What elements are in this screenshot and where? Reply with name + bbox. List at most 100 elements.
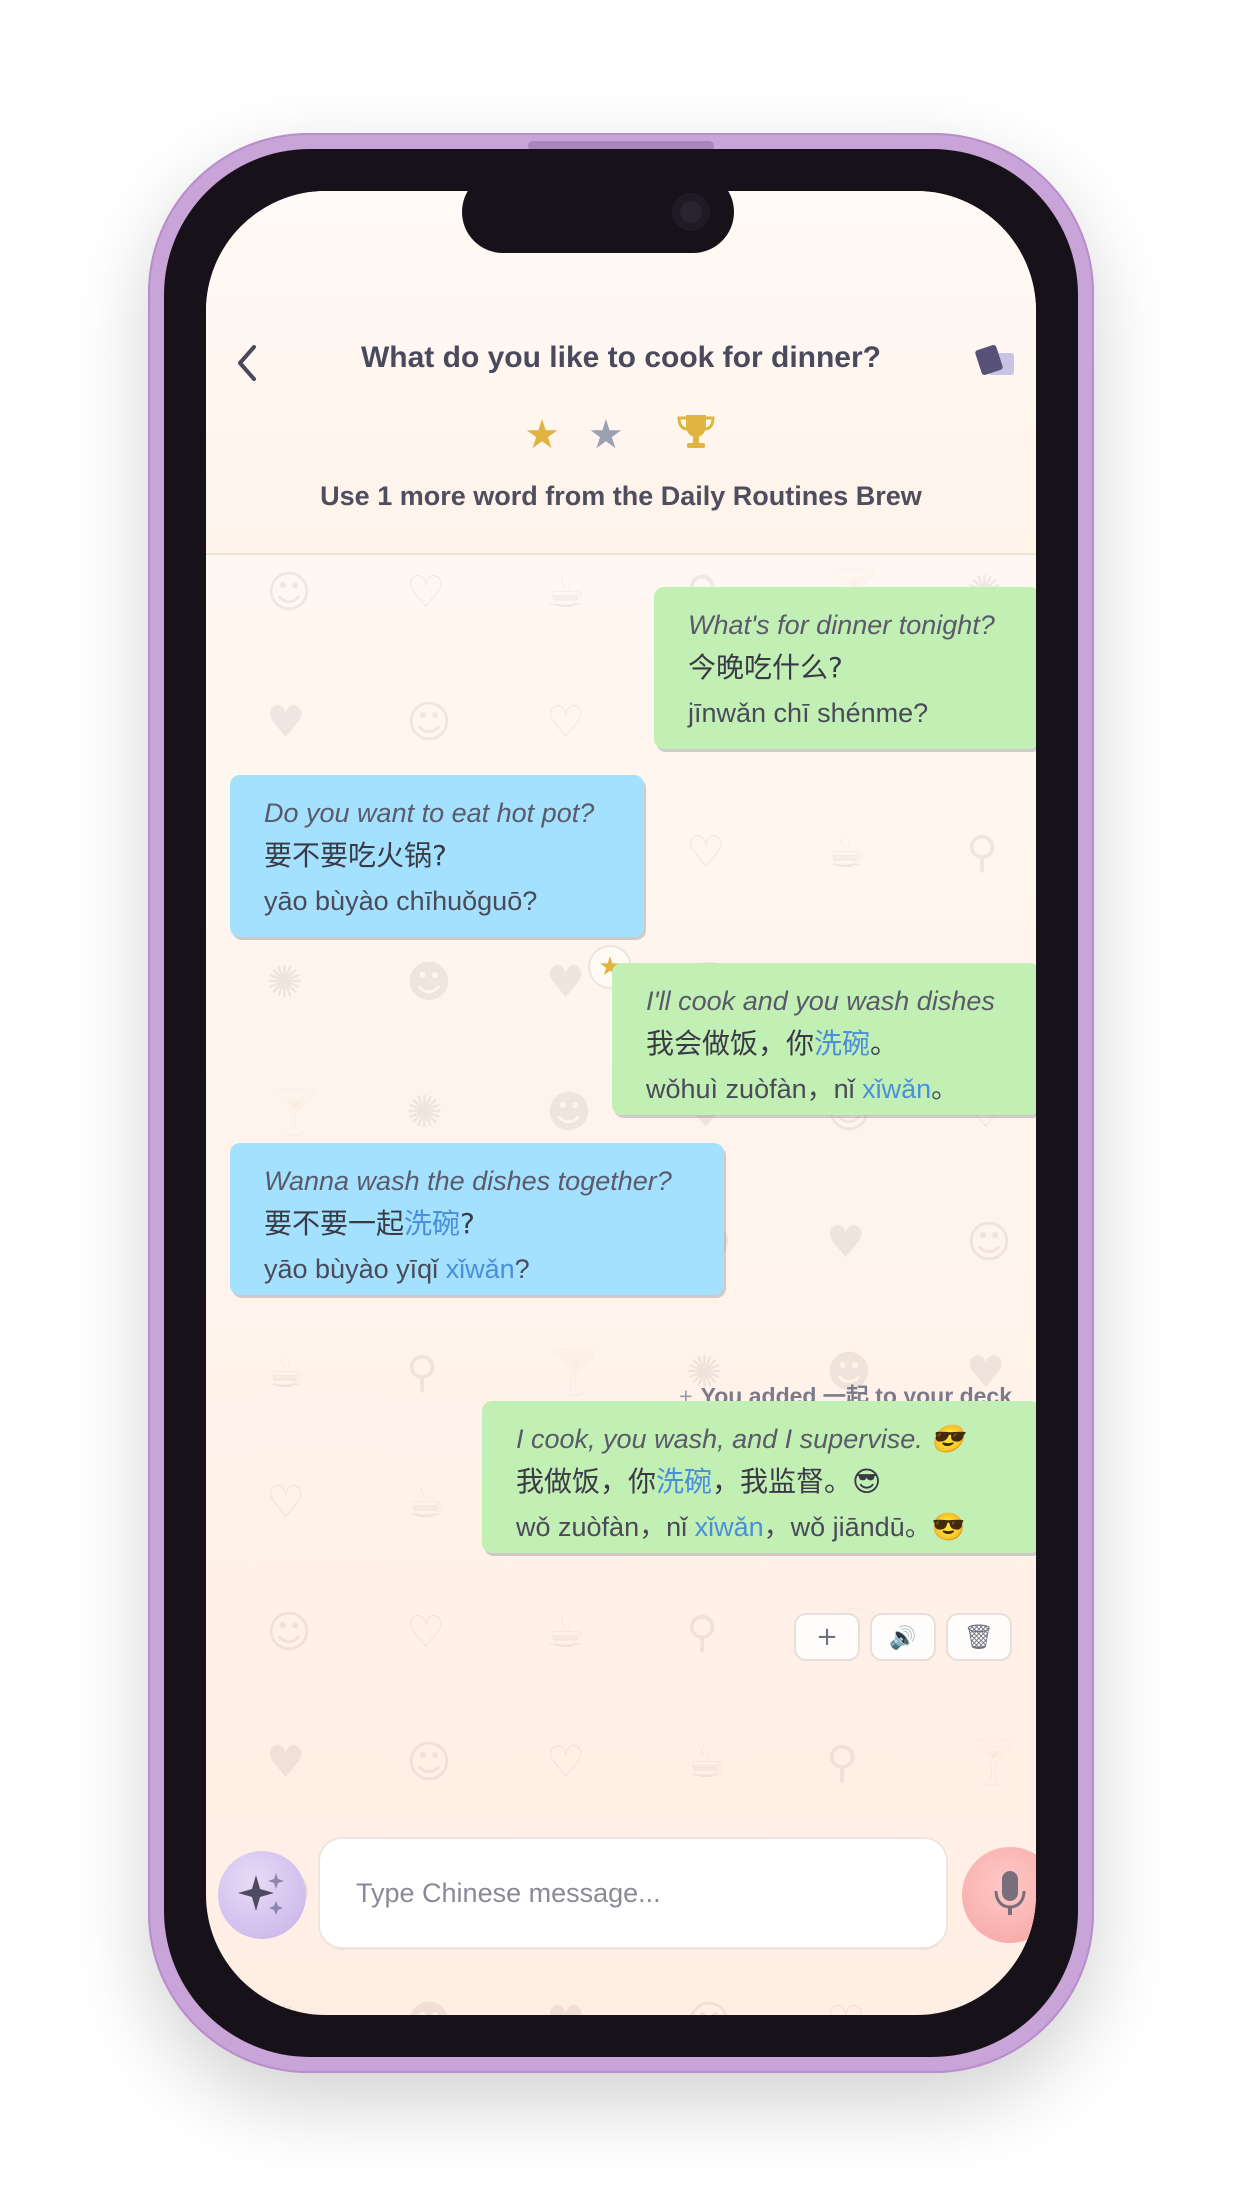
message-chinese: 我会做饭，你洗碗。 (646, 1021, 1016, 1067)
message-bubble-mine[interactable]: I cook, you wash, and I supervise. 😎 我做饭… (482, 1401, 1036, 1553)
pattern-doodle: ⚲ (966, 827, 999, 878)
cards-icon (975, 345, 1014, 375)
pattern-doodle: ☺ (266, 567, 312, 618)
message-english: Wanna wash the dishes together? (264, 1166, 672, 1196)
microphone-icon (994, 1871, 1026, 1915)
pattern-doodle: ♡ (546, 1737, 586, 1788)
vocab-highlight[interactable]: 洗碗 (814, 1027, 870, 1060)
message-chinese: 我做饭，你洗碗，我监督。😎 (516, 1459, 1016, 1505)
message-bubble-theirs[interactable]: Do you want to eat hot pot? 要不要吃火锅? yāo … (230, 775, 644, 937)
text-run: yāo bùyào chīhuǒguō? (264, 886, 538, 916)
pattern-doodle: ♡ (546, 697, 586, 748)
vocab-highlight[interactable]: xǐwǎn (446, 1254, 515, 1284)
pattern-doodle: ☕ (406, 1477, 446, 1528)
pattern-doodle: ☺ (406, 1737, 452, 1788)
text-run: 我会做饭，你 (646, 1027, 815, 1060)
pattern-doodle: 🍸 (266, 1087, 321, 1138)
phone-frame: ☺♡☕⚲🍸✺☻♥☺♡☕⚲🍸✺☻♥☺♡☕⚲🍸✺☻♥☺♡☕⚲🍸✺☻♥☺♡☕⚲🍸✺☻♥… (148, 133, 1094, 2073)
pattern-doodle: ♥ (546, 2001, 585, 2016)
pattern-doodle: ♥ (266, 697, 306, 748)
vocab-highlight[interactable]: 洗碗 (404, 1207, 460, 1240)
goal-subtitle: Use 1 more word from the Daily Routines … (320, 481, 922, 511)
text-run: ? (514, 1254, 530, 1284)
pattern-doodle: ♥ (266, 1737, 306, 1788)
sparkle-icon (238, 1873, 284, 1915)
delete-message-button[interactable]: 🗑 (948, 1615, 1010, 1659)
message-pinyin: yāo bùyào chīhuǒguō? (264, 879, 620, 923)
pattern-doodle: ☕ (266, 1347, 306, 1398)
text-run: 要不要一起 (264, 1207, 405, 1240)
pattern-doodle: ☺ (406, 697, 452, 748)
message-english: I cook, you wash, and I supervise. 😎 (516, 1424, 964, 1454)
pattern-doodle: ♡ (826, 2001, 865, 2016)
trophy-icon (674, 409, 718, 460)
pattern-doodle: ☕ (686, 1737, 726, 1788)
pattern-doodle: ⚲ (406, 1347, 439, 1398)
star-icon: ★ (524, 411, 560, 458)
text-run: wǒhuì zuòfàn，nǐ (646, 1074, 863, 1104)
star-icon: ★ (588, 411, 624, 458)
chevron-left-icon (238, 345, 256, 381)
conversation-title: What do you like to cook for dinner? (360, 341, 881, 374)
message-english: Do you want to eat hot pot? (264, 798, 595, 828)
phone-bezel: ☺♡☕⚲🍸✺☻♥☺♡☕⚲🍸✺☻♥☺♡☕⚲🍸✺☻♥☺♡☕⚲🍸✺☻♥☺♡☕⚲🍸✺☻♥… (164, 149, 1078, 2057)
plus-icon: + (816, 1622, 838, 1652)
pattern-doodle: ♡ (266, 1477, 306, 1528)
message-actions: + 🔊 🗑 (796, 1615, 1010, 1659)
pattern-doodle: ✺ (406, 1087, 443, 1138)
vocab-highlight[interactable]: xǐwǎn (862, 1074, 931, 1104)
pattern-doodle: ✺ (266, 957, 303, 1008)
pattern-doodle: ☺ (686, 2001, 732, 2016)
message-input[interactable]: Type Chinese message... (320, 1839, 946, 1947)
play-audio-button[interactable]: 🔊 (872, 1615, 934, 1659)
pattern-doodle: ✺ (266, 2001, 303, 2016)
message-bubble-mine[interactable]: I'll cook and you wash dishes 我会做饭，你洗碗。 … (612, 963, 1036, 1115)
message-pinyin: yāo bùyào yīqǐ xǐwǎn? (264, 1247, 700, 1291)
pattern-doodle: ☕ (826, 827, 866, 878)
text-run: 我做饭，你 (516, 1465, 657, 1498)
pattern-doodle: ☺ (966, 1217, 1012, 1268)
text-run: wǒ zuòfàn，nǐ (516, 1512, 695, 1542)
text-run: ，我监督。😎 (712, 1465, 882, 1498)
pattern-doodle: ♥ (546, 957, 586, 1008)
message-english: I'll cook and you wash dishes (646, 986, 995, 1016)
text-run: yāo bùyào yīqǐ (264, 1254, 446, 1284)
pattern-doodle: ♡ (406, 567, 446, 618)
message-bubble-theirs[interactable]: Wanna wash the dishes together? 要不要一起洗碗?… (230, 1143, 724, 1295)
message-chinese: 今晚吃什么? (688, 645, 1016, 691)
vocab-highlight[interactable]: 洗碗 (656, 1465, 712, 1498)
pattern-doodle: ☕ (546, 567, 586, 618)
trash-icon: 🗑 (963, 1623, 995, 1651)
deck-button[interactable] (974, 341, 1014, 381)
text-run: 。 (870, 1027, 899, 1060)
pattern-doodle: ☕ (966, 2001, 1005, 2016)
pattern-doodle: ☻ (406, 2001, 452, 2016)
pattern-doodle: ☺ (266, 1607, 312, 1658)
pattern-doodle: ☕ (546, 1607, 586, 1658)
text-run: 。 (931, 1074, 959, 1104)
progress-stars: ★ ★ (206, 409, 1036, 460)
pattern-doodle: 🍸 (966, 1737, 1021, 1788)
pattern-doodle: ♡ (686, 827, 726, 878)
pattern-doodle: ♥ (826, 1217, 866, 1268)
message-pinyin: wǒhuì zuòfàn，nǐ xǐwǎn。 (646, 1067, 1016, 1111)
pattern-doodle: 🍸 (546, 1347, 601, 1398)
pattern-doodle: ☻ (546, 1087, 592, 1138)
camera-icon (672, 193, 710, 231)
pattern-doodle: ☻ (406, 957, 452, 1008)
microphone-button[interactable] (962, 1847, 1036, 1943)
message-bubble-mine[interactable]: What's for dinner tonight? 今晚吃什么? jīnwǎn… (654, 587, 1036, 749)
message-chinese: 要不要一起洗碗? (264, 1201, 700, 1247)
text-run: 今晚吃什么? (688, 651, 843, 684)
text-run: 要不要吃火锅? (264, 839, 447, 872)
text-run: ，wǒ jiāndū。😎 (763, 1512, 966, 1542)
back-button[interactable] (232, 341, 272, 385)
message-pinyin: jīnwǎn chī shénme? (688, 691, 1016, 735)
pattern-doodle: ⚲ (686, 1607, 719, 1658)
add-to-deck-button[interactable]: + (796, 1615, 858, 1659)
ai-assist-button[interactable] (218, 1851, 306, 1939)
message-chinese: 要不要吃火锅? (264, 833, 620, 879)
message-english: What's for dinner tonight? (688, 610, 995, 640)
pattern-doodle: ♡ (406, 1607, 446, 1658)
vocab-highlight[interactable]: xǐwǎn (695, 1512, 764, 1542)
